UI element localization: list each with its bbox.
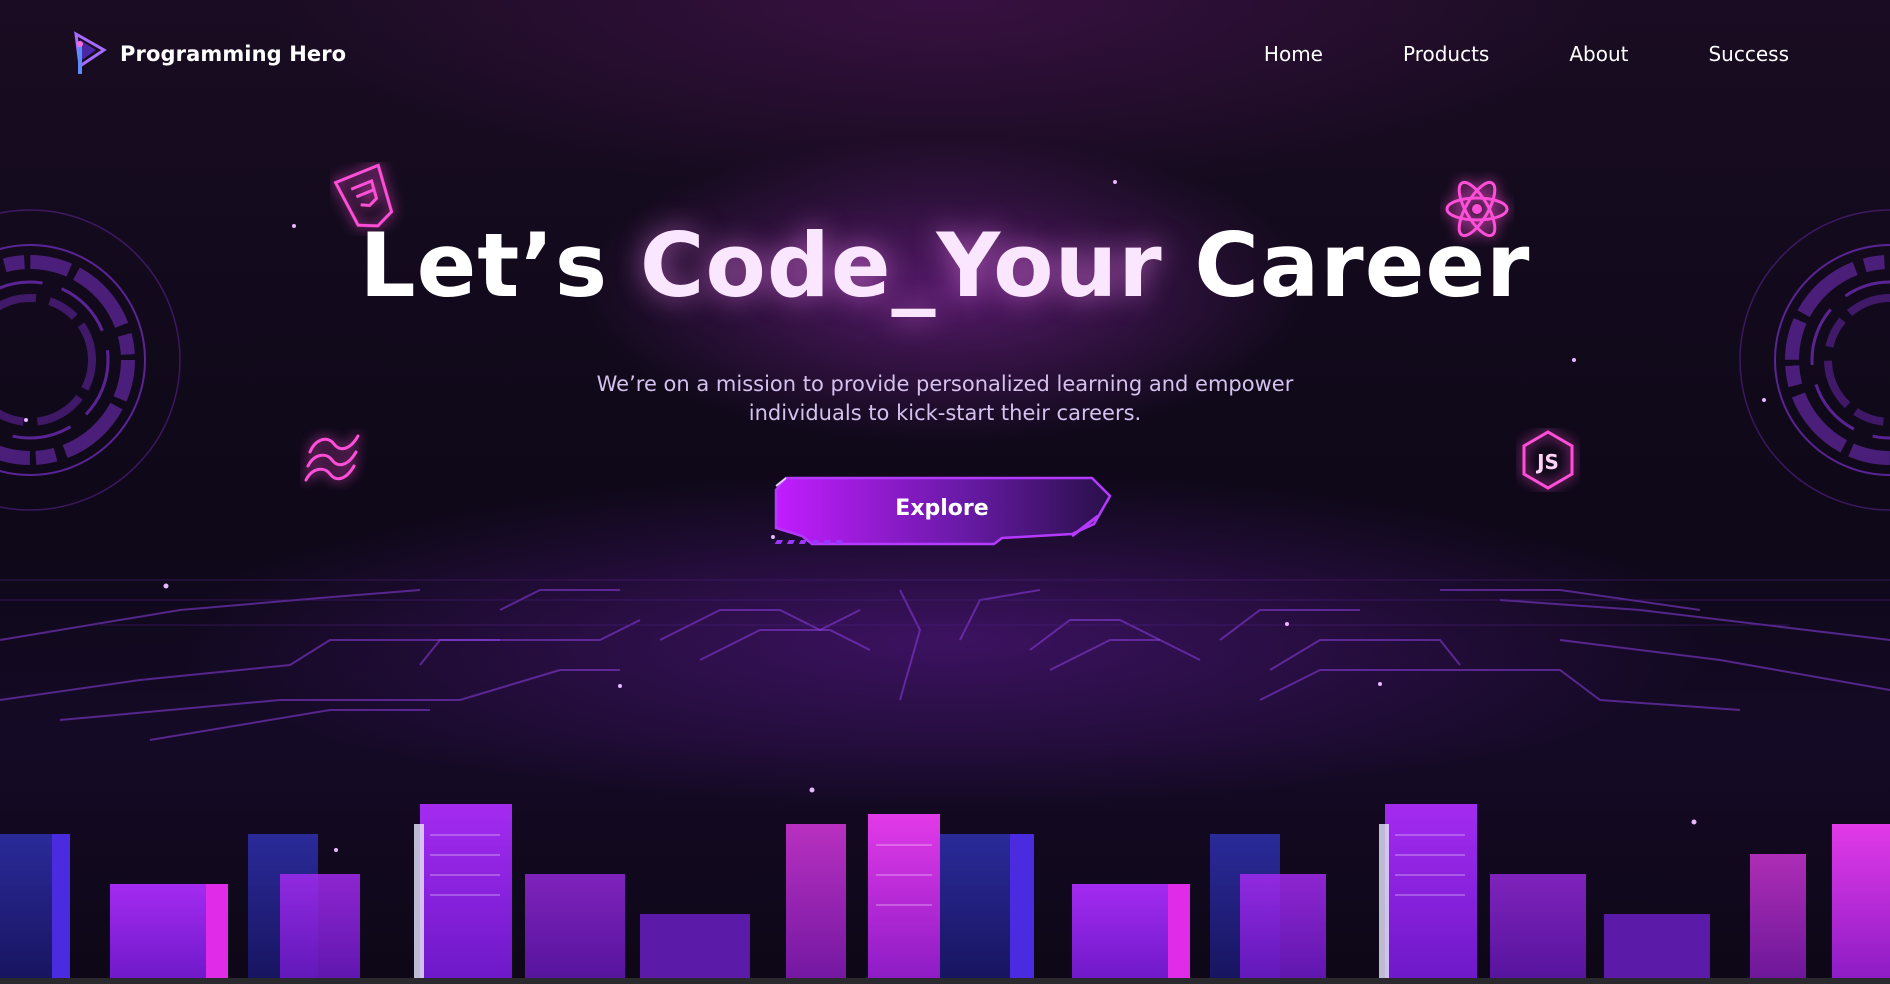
hero-subtitle: We’re on a mission to provide personaliz… — [545, 370, 1345, 428]
tailwind-icon — [304, 434, 360, 482]
nav-item-home[interactable]: Home — [1264, 42, 1323, 66]
hero-title-highlight: Code_Your — [639, 214, 1163, 317]
bottom-scrollbar-strip — [0, 978, 1890, 984]
play-logo-icon — [74, 31, 107, 74]
explore-button-label: Explore — [895, 495, 989, 521]
svg-text:JS: JS — [1535, 450, 1559, 474]
hero-subtitle-line2: individuals to kick-start their careers. — [748, 401, 1142, 425]
hero-title-part1: Let’s — [359, 214, 640, 317]
hero-title-part3: Career — [1162, 214, 1531, 317]
nav-item-products[interactable]: Products — [1403, 42, 1489, 66]
skyline-right — [1072, 804, 1890, 984]
nodejs-icon: JS — [1522, 430, 1574, 490]
nav-item-about[interactable]: About — [1569, 42, 1628, 66]
circuit-perspective-lines — [0, 579, 1890, 626]
main-nav: Home Products About Success — [1264, 42, 1789, 66]
nav-item-success[interactable]: Success — [1708, 42, 1789, 66]
hero-title: Let’s Code_Your Career — [0, 222, 1890, 310]
brand-logo[interactable]: Programming Hero — [70, 30, 346, 78]
explore-button[interactable]: Explore — [772, 476, 1112, 548]
skyline-left — [0, 804, 1034, 984]
city-skyline — [0, 804, 1890, 984]
hero-subtitle-line1: We’re on a mission to provide personaliz… — [596, 372, 1294, 396]
landing-page: Programming Hero Home Products About Suc… — [0, 0, 1890, 984]
circuit-lines — [0, 589, 1890, 741]
brand-name: Programming Hero — [120, 42, 347, 66]
